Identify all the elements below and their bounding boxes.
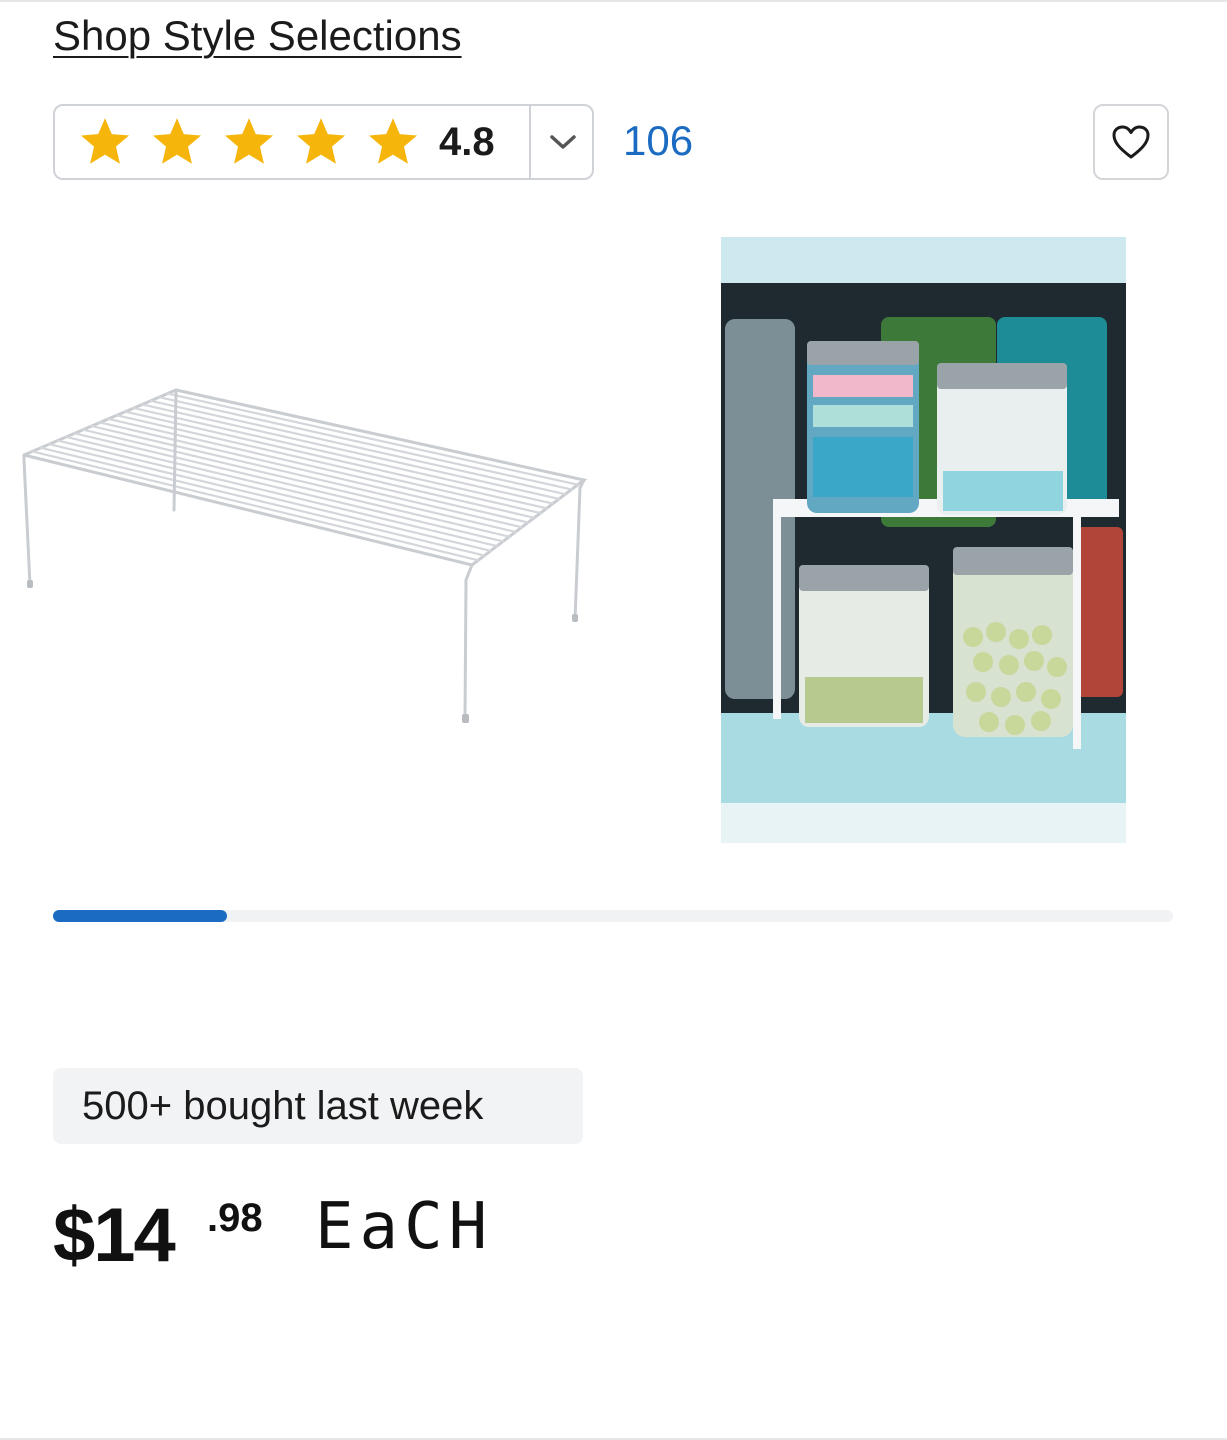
brand-link[interactable]: Shop Style Selections (53, 12, 462, 60)
gallery-progress-fill (53, 910, 227, 922)
price-unit: EaCH (315, 1190, 494, 1264)
star-rating (77, 114, 437, 170)
favorite-button[interactable] (1093, 104, 1169, 180)
star-icon (368, 118, 418, 164)
social-proof-badge: 500+ bought last week (53, 1068, 583, 1144)
price-dollars: $14 (53, 1193, 176, 1278)
star-icon (80, 118, 130, 164)
top-divider (0, 0, 1227, 2)
social-proof-text: 500+ bought last week (82, 1083, 484, 1128)
star-icon (224, 118, 274, 164)
gallery-progress-bar (53, 910, 1173, 922)
review-count-link[interactable]: 106 (623, 117, 693, 165)
rating-summary[interactable]: 4.8 (53, 104, 594, 180)
price-cents: .98 (207, 1196, 263, 1240)
rating-value: 4.8 (439, 119, 495, 164)
chevron-down-icon (550, 135, 576, 149)
product-image-wire-shelf[interactable] (14, 380, 594, 730)
heart-icon (1112, 125, 1150, 159)
star-icon (296, 118, 346, 164)
rating-dropdown-button[interactable] (533, 106, 593, 178)
star-icon (152, 118, 202, 164)
product-image-cabinet-scene[interactable] (721, 237, 1126, 843)
rating-divider (529, 106, 531, 178)
